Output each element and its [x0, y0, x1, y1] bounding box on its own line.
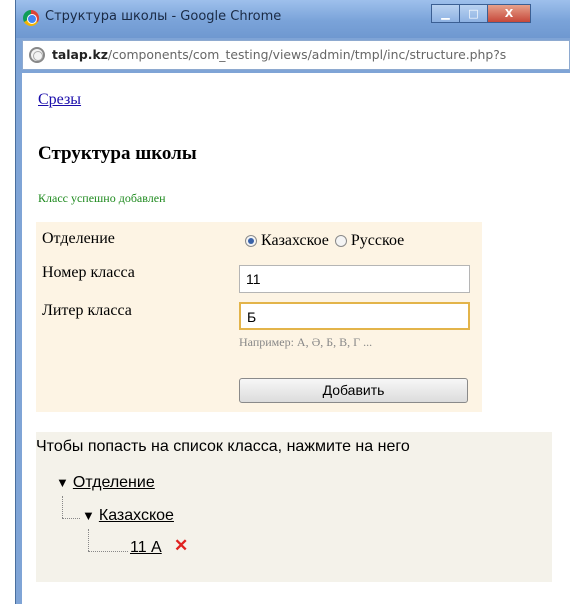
page-icon [29, 47, 45, 63]
class-letter-hint: Например: А, Ә, Б, В, Г ... [239, 335, 373, 349]
tree-root-link[interactable]: Отделение [73, 474, 155, 491]
class-letter-input[interactable]: Б [239, 302, 470, 330]
radio-russian-label[interactable]: Русское [351, 232, 404, 250]
add-button[interactable]: Добавить [239, 378, 468, 403]
page-content: Срезы Структура школы Класс успешно доба… [22, 73, 570, 604]
minimize-button[interactable]: ▁ [431, 4, 460, 23]
address-bar[interactable]: talap.kz/components/com_testing/views/ad… [22, 40, 570, 70]
url-text[interactable]: talap.kz/components/com_testing/views/ad… [52, 47, 567, 62]
window-controls: ▁ □ X [431, 4, 531, 23]
tree-connector [62, 496, 63, 518]
tree-root-node: ▼ Отделение [56, 474, 155, 492]
class-tree: Чтобы попасть на список класса, нажмите … [36, 432, 552, 582]
class-letter-label: Литер класса [42, 302, 132, 319]
close-icon: X [504, 7, 514, 20]
tree-branch-node: ▼ Казахское [82, 507, 174, 525]
chrome-icon [23, 10, 39, 26]
browser-window: Структура школы - Google Chrome ▁ □ X ta… [15, 0, 570, 604]
department-radio-group: Казахское Русское [245, 232, 410, 250]
success-message: Класс успешно добавлен [38, 191, 166, 205]
expand-arrow-icon[interactable]: ▼ [56, 475, 69, 490]
radio-russian[interactable] [334, 235, 347, 247]
radio-kazakh-label[interactable]: Казахское [261, 232, 329, 250]
class-link[interactable]: 11 А [130, 539, 162, 556]
add-class-form: Отделение Казахское Русское Номер класса… [36, 222, 482, 412]
class-number-input[interactable]: 11 [239, 265, 470, 293]
tree-instruction: Чтобы попасть на список класса, нажмите … [36, 438, 410, 455]
url-domain: talap.kz [52, 47, 108, 62]
minimize-icon: ▁ [441, 7, 450, 20]
maximize-icon: □ [468, 7, 479, 20]
title-bar: Структура школы - Google Chrome ▁ □ X [16, 0, 570, 38]
tree-leaf-node: 11 А [130, 539, 162, 557]
class-number-label: Номер класса [42, 264, 135, 281]
radio-kazakh[interactable] [245, 235, 257, 247]
window-title: Структура школы - Google Chrome [45, 9, 282, 24]
department-label: Отделение [42, 230, 115, 247]
tree-connector [62, 518, 80, 519]
url-path: /components/com_testing/views/admin/tmpl… [107, 47, 507, 62]
tree-connector [88, 529, 89, 551]
tree-branch-link[interactable]: Казахское [99, 507, 174, 524]
page-title: Структура школы [38, 143, 197, 164]
srezy-link[interactable]: Срезы [38, 91, 81, 109]
expand-arrow-icon[interactable]: ▼ [82, 508, 95, 523]
tree-connector [88, 551, 128, 552]
delete-icon[interactable]: ✕ [174, 536, 188, 556]
close-button[interactable]: X [487, 4, 531, 23]
maximize-button[interactable]: □ [459, 4, 488, 23]
